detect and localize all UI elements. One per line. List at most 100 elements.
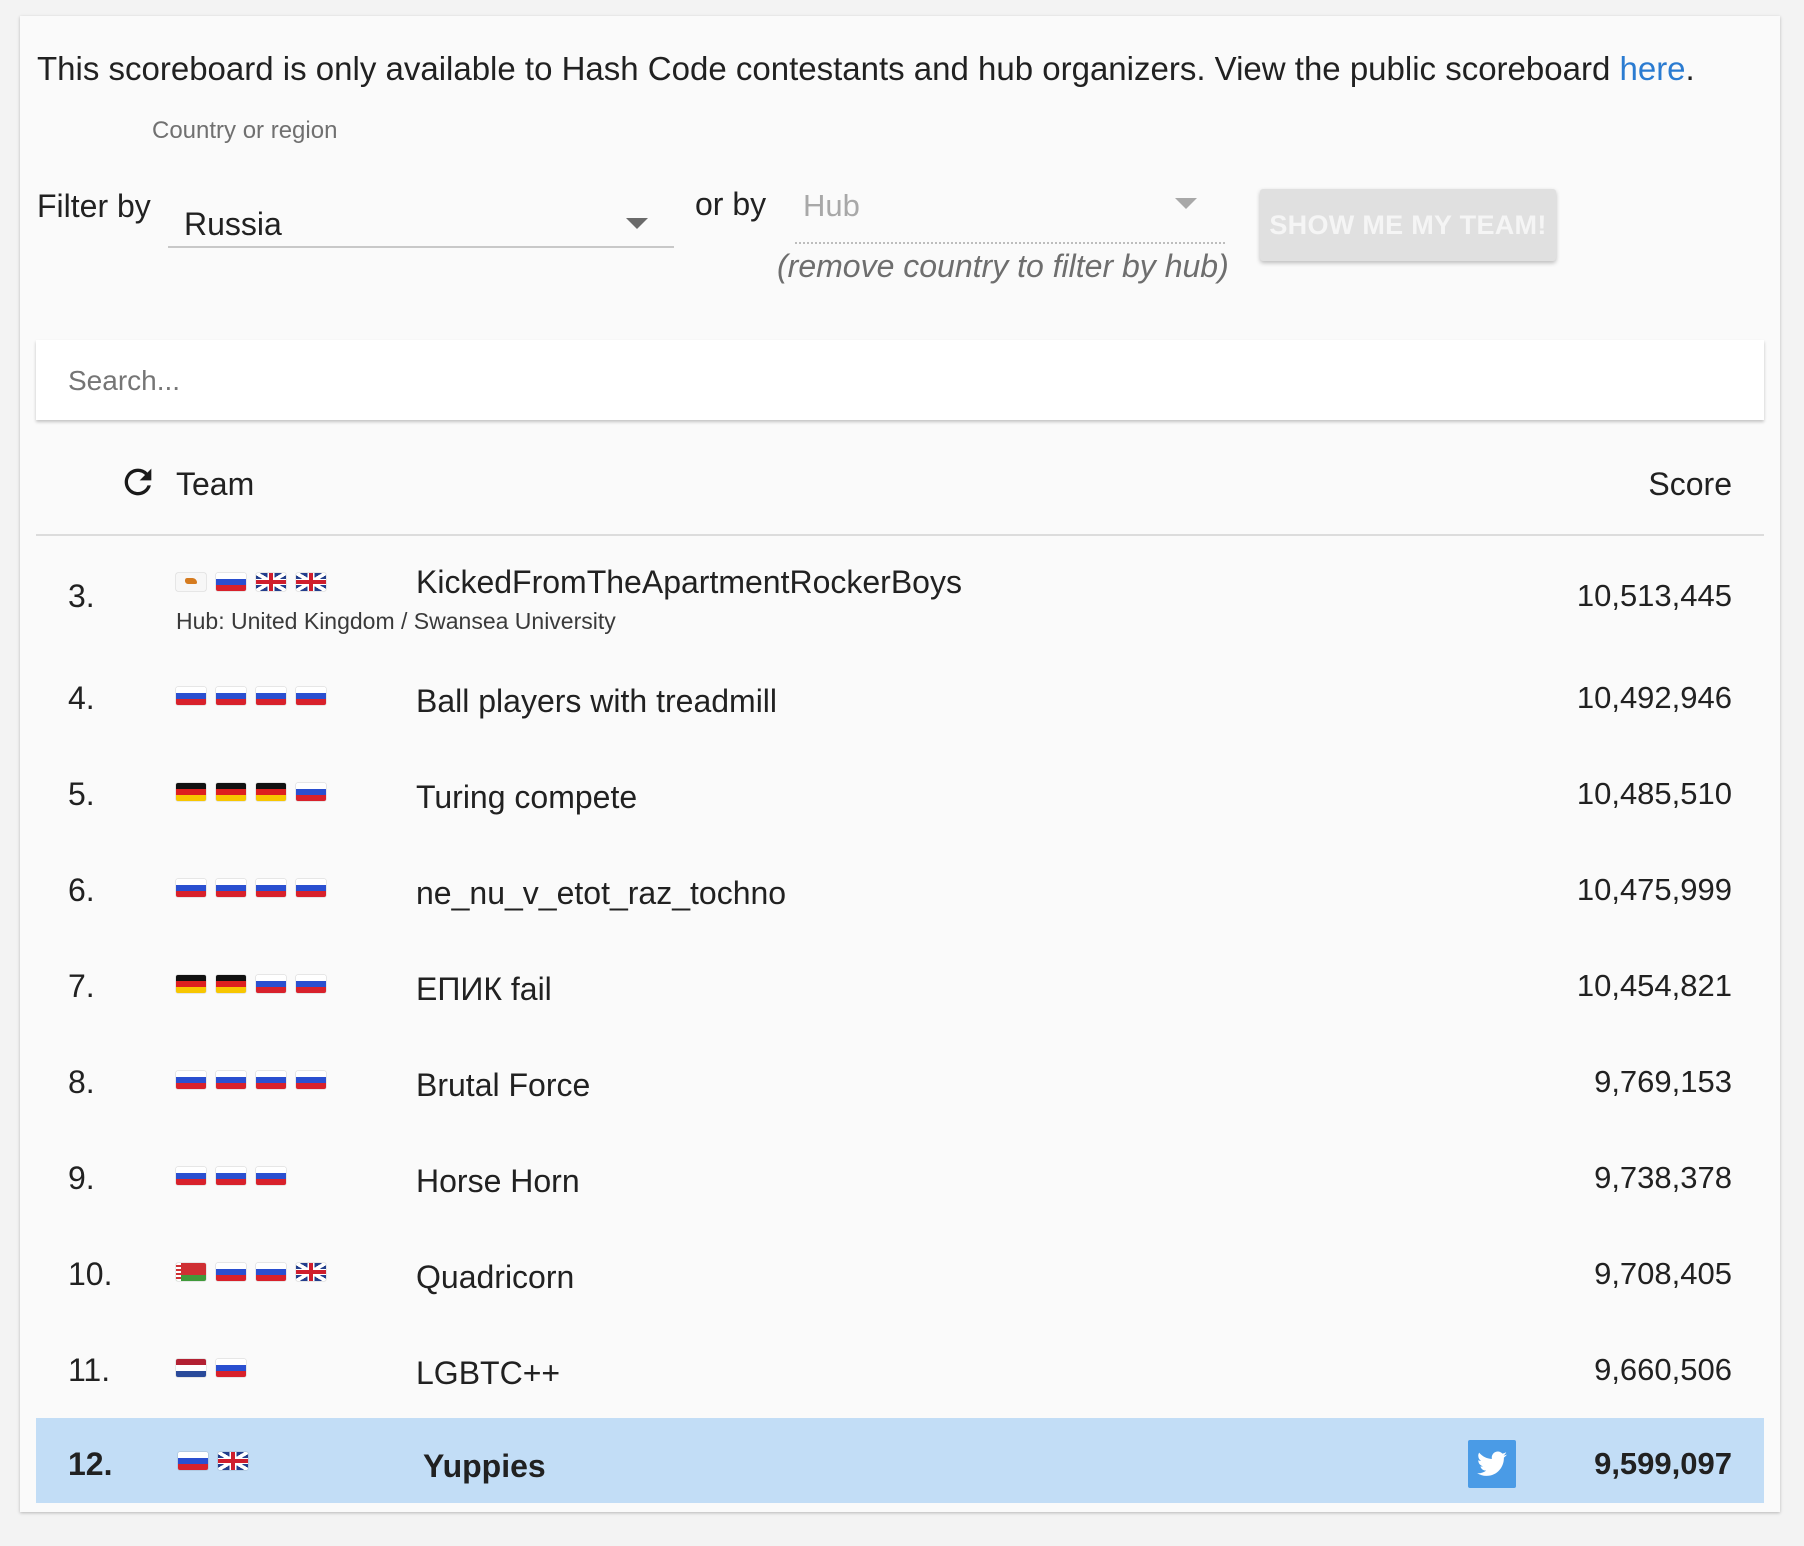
flag-ru-icon	[176, 1167, 206, 1185]
filter-by-label: Filter by	[37, 188, 151, 224]
search-box	[36, 340, 1764, 422]
twitter-icon[interactable]	[1468, 1440, 1516, 1488]
table-header: Team Score	[36, 448, 1764, 536]
flag-ru-icon	[176, 879, 206, 897]
country-select[interactable]: Russia	[168, 176, 674, 248]
flag-ru-icon	[216, 1359, 246, 1377]
flag-ru-icon	[296, 687, 326, 705]
rank: 10.	[68, 1256, 113, 1292]
hub-select-placeholder: Hub	[803, 188, 860, 223]
rank: 7.	[68, 968, 95, 1004]
member-flags	[176, 783, 326, 801]
team-score: 10,492,946	[1576, 680, 1732, 715]
table-row[interactable]: 7. ЕПИК fail 10,454,821	[36, 938, 1764, 1034]
team-name: Yuppies	[423, 1448, 546, 1484]
team-score: 9,738,378	[1594, 1160, 1732, 1195]
rank: 9.	[68, 1160, 95, 1196]
team-score: 9,599,097	[1594, 1446, 1732, 1481]
refresh-icon[interactable]	[118, 462, 158, 502]
team-name: Brutal Force	[416, 1067, 591, 1103]
member-flags	[176, 1167, 286, 1185]
flag-ru-icon	[216, 879, 246, 897]
rank: 3.	[68, 578, 95, 614]
team-score: 10,513,445	[1576, 578, 1732, 613]
member-flags	[176, 687, 326, 705]
flag-ru-icon	[296, 1071, 326, 1089]
rank: 5.	[68, 776, 95, 812]
rank: 6.	[68, 872, 95, 908]
team-score: 10,454,821	[1576, 968, 1732, 1003]
flag-nl-icon	[176, 1359, 206, 1377]
team-name: KickedFromTheApartmentRockerBoys	[416, 564, 962, 600]
team-name: Turing compete	[416, 779, 638, 815]
rank: 12.	[68, 1446, 113, 1482]
team-name: ЕПИК fail	[416, 971, 552, 1007]
flag-ru-icon	[256, 879, 286, 897]
flag-de-icon	[216, 783, 246, 801]
flag-ru-icon	[256, 1167, 286, 1185]
flag-gb-icon	[296, 573, 326, 591]
member-flags	[176, 879, 326, 897]
country-select-value: Russia	[184, 206, 282, 242]
flag-ru-icon	[296, 975, 326, 993]
flag-cy-icon	[176, 573, 206, 591]
table-row[interactable]: 12. Yuppies 9,599,097	[36, 1418, 1764, 1503]
public-scoreboard-link[interactable]: here	[1619, 50, 1685, 87]
team-column-header[interactable]: Team	[176, 466, 254, 503]
or-by-label: or by	[695, 186, 767, 222]
flag-de-icon	[256, 783, 286, 801]
flag-gb-icon	[296, 1263, 326, 1281]
flag-ru-icon	[178, 1452, 208, 1470]
hub-select[interactable]: Hub	[795, 166, 1225, 244]
team-score: 9,769,153	[1594, 1064, 1732, 1099]
member-flags	[176, 1071, 326, 1089]
country-caption: Country or region	[152, 117, 338, 144]
chevron-down-icon	[626, 218, 648, 229]
table-row[interactable]: 3. KickedFromTheApartmentRockerBoys Hub: U…	[36, 536, 1764, 650]
flag-ru-icon	[256, 975, 286, 993]
hub-hint: (remove country to filter by hub)	[777, 248, 1229, 284]
flag-ru-icon	[216, 687, 246, 705]
flag-ru-icon	[176, 1071, 206, 1089]
rank: 8.	[68, 1064, 95, 1100]
team-score: 10,485,510	[1576, 776, 1732, 811]
flag-ru-icon	[296, 783, 326, 801]
team-name: Quadricorn	[416, 1259, 575, 1295]
rank: 11.	[68, 1352, 111, 1388]
flag-de-icon	[216, 975, 246, 993]
show-my-team-button[interactable]: SHOW ME MY TEAM!	[1260, 189, 1556, 261]
table-row[interactable]: 8. Brutal Force 9,769,153	[36, 1034, 1764, 1130]
team-name: Ball players with treadmill	[416, 683, 778, 719]
flag-ru-icon	[296, 879, 326, 897]
rank: 4.	[68, 680, 95, 716]
table-row[interactable]: 10. Quadricorn 9,708,405	[36, 1226, 1764, 1322]
search-input[interactable]	[66, 340, 1740, 422]
team-name: ne_nu_v_etot_raz_tochno	[416, 875, 787, 911]
team-name: LGBTC++	[416, 1355, 561, 1391]
member-flags	[176, 573, 326, 591]
team-score: 9,708,405	[1594, 1256, 1732, 1291]
score-column-header[interactable]: Score	[1648, 466, 1732, 503]
table-row[interactable]: 5. Turing compete 10,485,510	[36, 746, 1764, 842]
notice-suffix: .	[1685, 50, 1695, 87]
team-hub: Hub: United Kingdom / Swansea University	[176, 608, 616, 634]
table-row[interactable]: 6. ne_nu_v_etot_raz_tochno 10,475,999	[36, 842, 1764, 938]
notice-text: This scoreboard is only available to Has…	[37, 50, 1620, 87]
chevron-down-icon	[1175, 198, 1197, 209]
flag-ru-icon	[256, 687, 286, 705]
flag-ru-icon	[216, 1071, 246, 1089]
flag-de-icon	[176, 783, 206, 801]
table-row[interactable]: 9. Horse Horn 9,738,378	[36, 1130, 1764, 1226]
table-row[interactable]: 4. Ball players with treadmill 10,492,946	[36, 650, 1764, 746]
flag-ru-icon	[216, 1263, 246, 1281]
flag-ru-icon	[216, 1167, 246, 1185]
table-row[interactable]: 11. LGBTC++ 9,660,506	[36, 1322, 1764, 1418]
member-flags	[176, 1359, 246, 1377]
flag-gb-icon	[256, 573, 286, 591]
member-flags	[176, 975, 326, 993]
flag-ru-icon	[256, 1071, 286, 1089]
team-list: 3. KickedFromTheApartmentRockerBoys Hub: U…	[36, 536, 1764, 1503]
flag-gb-icon	[218, 1452, 248, 1470]
flag-ru-icon	[176, 687, 206, 705]
access-notice: This scoreboard is only available to Has…	[37, 50, 1695, 88]
